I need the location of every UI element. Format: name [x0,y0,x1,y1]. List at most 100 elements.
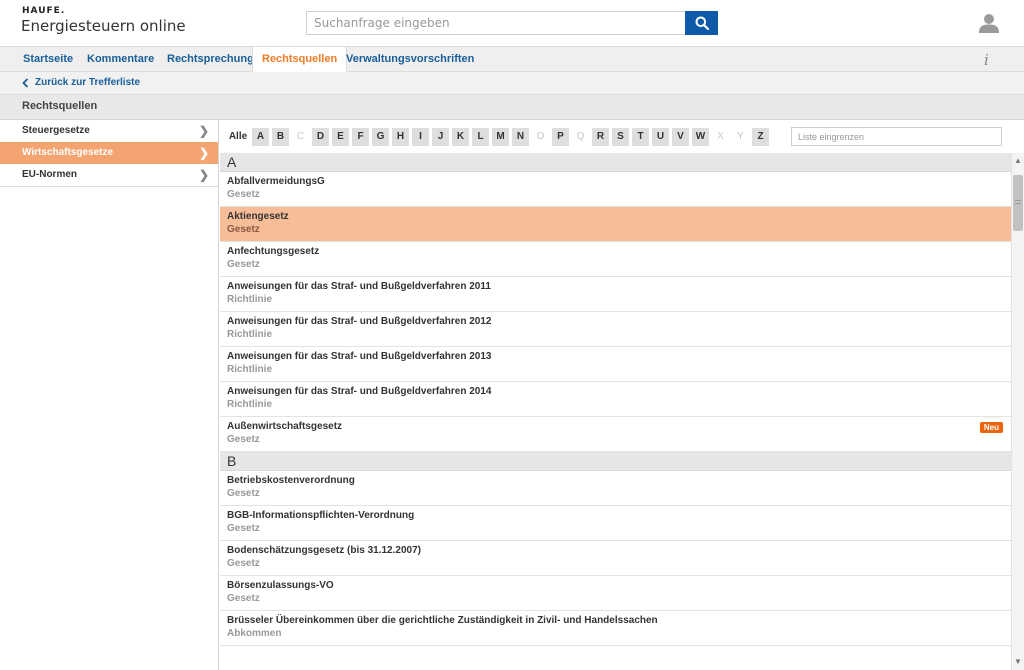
new-badge: Neu [979,422,1003,433]
letter-s[interactable]: S [612,128,629,146]
letter-d[interactable]: D [312,128,329,146]
sidebar-item-eu-normen[interactable]: EU-Normen ❯ [0,164,218,186]
letter-f[interactable]: F [352,128,369,146]
sidebar-item-label: EU-Normen [22,169,78,180]
list-item-title: Anweisungen für das Straf- und Bußgeldve… [227,281,491,292]
group-header-a: A [220,153,1011,172]
letter-t[interactable]: T [632,128,649,146]
list-item-type: Gesetz [227,558,260,569]
letter-b[interactable]: B [272,128,289,146]
list-item[interactable]: Anweisungen für das Straf- und Bußgeldve… [220,277,1011,312]
tab-startseite[interactable]: Startseite [14,47,82,72]
letter-e[interactable]: E [332,128,349,146]
main-nav: Startseite Kommentare Rechtsprechung Rec… [0,46,1024,73]
sidebar: Steuergesetze ❯ Wirtschaftsgesetze ❯ EU-… [0,120,219,670]
list-item[interactable]: Anweisungen für das Straf- und Bußgeldve… [220,312,1011,347]
chevron-right-icon: ❯ [198,124,209,138]
scroll-grip-icon [1015,200,1021,204]
list-item-type: Richtlinie [227,294,273,305]
back-link-label: Zurück zur Trefferliste [35,77,141,88]
letter-n[interactable]: N [512,128,529,146]
scroll-up-arrow-icon[interactable]: ▲ [1012,155,1024,167]
list-item-title: Börsenzulassungs-VO [227,580,334,591]
section-title: Rechtsquellen [22,100,98,112]
list-item-title: AbfallvermeidungsG [227,176,325,187]
letter-z[interactable]: Z [752,128,769,146]
letter-u[interactable]: U [652,128,669,146]
chevron-left-icon [22,77,29,88]
letter-o: O [536,131,545,142]
group-header-b: B [220,452,1011,471]
info-icon[interactable]: i [984,51,989,69]
list-item-type: Gesetz [227,224,260,235]
tab-rechtsprechung[interactable]: Rechtsprechung [158,47,263,72]
list-item[interactable]: Bodenschätzungsgesetz (bis 31.12.2007) Ge… [220,541,1011,576]
letter-g[interactable]: G [372,128,389,146]
list-item[interactable]: Anweisungen für das Straf- und Bußgeldve… [220,347,1011,382]
list-item[interactable]: AbfallvermeidungsG Gesetz [220,172,1011,207]
list-item[interactable]: Aktiengesetz Gesetz [220,207,1011,242]
letter-c: C [296,131,305,142]
list-item-title: Aktiengesetz [227,211,289,222]
sidebar-item-steuergesetze[interactable]: Steuergesetze ❯ [0,120,218,142]
letter-h[interactable]: H [392,128,409,146]
letter-a[interactable]: A [252,128,269,146]
user-icon[interactable] [978,12,1000,34]
back-bar: Zurück zur Trefferliste [0,72,1024,95]
list-item[interactable]: Außenwirtschaftsgesetz Gesetz Neu [220,417,1011,452]
tab-verwaltungsvorschriften[interactable]: Verwaltungsvorschriften [337,47,483,72]
letter-x: X [717,131,724,142]
law-list: A AbfallvermeidungsG Gesetz Aktiengesetz Ges… [220,153,1011,670]
letter-w[interactable]: W [692,128,709,146]
list-item[interactable]: Betriebskostenverordnung Gesetz [220,471,1011,506]
letter-y: Y [737,131,744,142]
sidebar-divider [0,186,218,187]
letter-k[interactable]: K [452,128,469,146]
letter-m[interactable]: M [492,128,509,146]
letter-l[interactable]: L [472,128,489,146]
letter-p[interactable]: P [552,128,569,146]
list-item-type: Gesetz [227,259,260,270]
list-filter-input[interactable] [791,127,1002,146]
app-title[interactable]: Energiesteuern online [21,17,186,35]
chevron-right-icon: ❯ [198,168,209,182]
haufe-logo[interactable]: HAUFE. [22,6,65,16]
tab-kommentare[interactable]: Kommentare [78,47,163,72]
letter-j[interactable]: J [432,128,449,146]
list-item[interactable]: Anweisungen für das Straf- und Bußgeldve… [220,382,1011,417]
list-item[interactable]: Börsenzulassungs-VO Gesetz [220,576,1011,611]
list-item-type: Gesetz [227,488,260,499]
list-item[interactable]: BGB-Informationspflichten-Verordnung Gese… [220,506,1011,541]
list-item-type: Gesetz [227,434,260,445]
list-item-type: Abkommen [227,628,282,639]
list-item-title: Anweisungen für das Straf- und Bußgeldve… [227,386,492,397]
letter-q: Q [576,131,585,142]
list-item-title: BGB-Informationspflichten-Verordnung [227,510,415,521]
letter-v[interactable]: V [672,128,689,146]
list-item-title: Außenwirtschaftsgesetz [227,421,343,432]
tab-rechtsquellen[interactable]: Rechtsquellen [252,47,348,73]
search-input[interactable] [306,11,686,35]
letter-all[interactable]: Alle [227,128,249,146]
list-item-type: Richtlinie [227,329,273,340]
scroll-thumb[interactable] [1013,175,1023,231]
list-item-title: Betriebskostenverordnung [227,475,355,486]
letter-i[interactable]: I [412,128,429,146]
list-item-title: Anweisungen für das Straf- und Bußgeldve… [227,351,492,362]
sidebar-item-wirtschaftsgesetze[interactable]: Wirtschaftsgesetze ❯ [0,142,218,164]
list-item-title: Brüsseler Übereinkommen über die gericht… [227,615,658,626]
letter-r[interactable]: R [592,128,609,146]
list-item-title: Bodenschätzungsgesetz (bis 31.12.2007) [227,545,421,556]
list-scrollbar[interactable]: ▲ ▼ [1011,153,1024,670]
sidebar-item-label: Wirtschaftsgesetze [22,147,114,158]
list-item-title: Anweisungen für das Straf- und Bußgeldve… [227,316,492,327]
list-item-title: Anfechtungsgesetz [227,246,320,257]
list-item[interactable]: Brüsseler Übereinkommen über die gericht… [220,611,1011,646]
search-button[interactable] [685,11,718,35]
back-to-results-link[interactable]: Zurück zur Trefferliste [22,77,140,88]
chevron-right-icon: ❯ [198,146,209,160]
list-item-type: Gesetz [227,593,260,604]
app-header: HAUFE. Energiesteuern online [0,0,1024,46]
list-item[interactable]: Anfechtungsgesetz Gesetz [220,242,1011,277]
scroll-down-arrow-icon[interactable]: ▼ [1012,656,1024,668]
